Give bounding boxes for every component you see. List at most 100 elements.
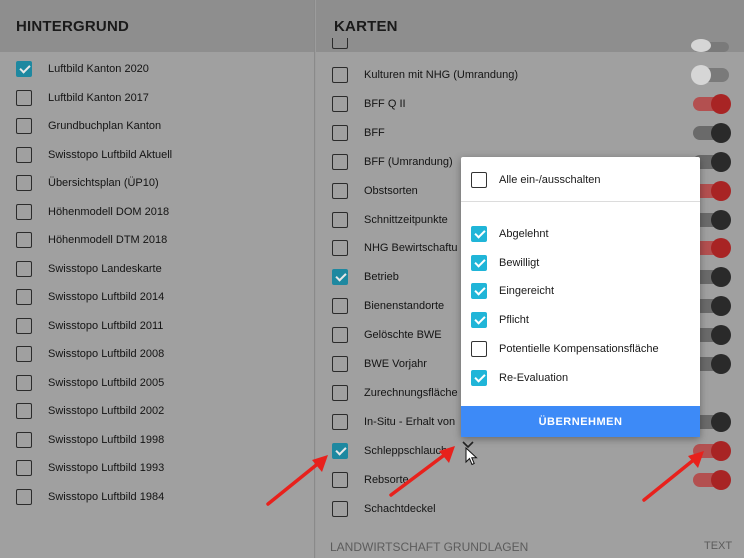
layer-checkbox[interactable]: [16, 488, 32, 505]
layer-checkbox[interactable]: [16, 260, 32, 277]
layer-checkbox[interactable]: [16, 403, 32, 419]
layer-checkbox[interactable]: [332, 182, 348, 199]
list-item[interactable]: Swisstopo Luftbild 2005: [16, 369, 164, 397]
layer-checkbox[interactable]: [16, 175, 32, 191]
layer-checkbox[interactable]: [16, 460, 32, 476]
layer-checkbox[interactable]: [16, 374, 32, 391]
list-item[interactable]: Swisstopo Landeskarte: [16, 255, 162, 283]
filter-checkbox[interactable]: [471, 226, 487, 242]
layer-checkbox[interactable]: [16, 61, 32, 77]
layer-checkbox[interactable]: [332, 38, 348, 49]
layer-checkbox[interactable]: [16, 146, 32, 163]
layer-checkbox[interactable]: [332, 124, 348, 141]
filter-checkbox[interactable]: [471, 340, 487, 357]
list-item[interactable]: Gelöschte BWE: [332, 321, 442, 349]
layer-checkbox[interactable]: [332, 95, 348, 112]
list-item[interactable]: Swisstopo Luftbild 2002: [16, 397, 164, 425]
layer-label: Swisstopo Luftbild 1993: [48, 462, 165, 474]
apply-button[interactable]: ÜBERNEHMEN: [461, 406, 700, 437]
filter-label: Re-Evaluation: [499, 371, 569, 384]
list-item[interactable]: Höhenmodell DOM 2018: [16, 198, 169, 226]
layer-checkbox[interactable]: [332, 153, 348, 170]
filter-checkbox[interactable]: [471, 254, 487, 271]
layer-checkbox[interactable]: [332, 269, 348, 286]
layer-checkbox[interactable]: [332, 413, 348, 430]
layer-label: Schachtdeckel: [364, 502, 436, 515]
filter-checkbox[interactable]: [471, 369, 487, 386]
list-item[interactable]: BWE Vorjahr: [332, 350, 427, 378]
text-tab[interactable]: TEXT: [704, 540, 732, 552]
layer-toggle[interactable]: [693, 122, 731, 143]
filter-option[interactable]: Pflicht: [471, 309, 529, 331]
list-item[interactable]: Luftbild Kanton 2017: [16, 84, 149, 112]
list-item[interactable]: BFF (Umrandung): [332, 148, 453, 176]
layer-label: Swisstopo Luftbild 2002: [48, 405, 165, 417]
list-item[interactable]: Swisstopo Luftbild 1998: [16, 426, 164, 454]
list-item[interactable]: BFF: [332, 119, 385, 147]
list-item[interactable]: Luftbild Kanton 2020: [16, 55, 149, 83]
layer-checkbox[interactable]: [332, 298, 348, 315]
layer-toggle[interactable]: [693, 93, 731, 114]
list-item[interactable]: [332, 38, 348, 52]
list-item[interactable]: Übersichtsplan (ÜP10): [16, 169, 159, 197]
divider: [461, 201, 700, 202]
list-item[interactable]: Höhenmodell DTM 2018: [16, 226, 167, 254]
list-item[interactable]: Swisstopo Luftbild 1993: [16, 454, 164, 482]
layer-checkbox[interactable]: [332, 500, 348, 517]
section-footer[interactable]: LANDWIRTSCHAFT GRUNDLAGEN: [330, 540, 528, 554]
layer-label: Schnittzeitpunkte: [364, 213, 448, 226]
layer-checkbox[interactable]: [332, 442, 348, 459]
layer-checkbox[interactable]: [16, 317, 32, 334]
layer-checkbox[interactable]: [16, 203, 32, 220]
filter-option[interactable]: Re-Evaluation: [471, 367, 568, 389]
filter-checkbox[interactable]: [471, 312, 487, 329]
layer-checkbox[interactable]: [332, 471, 348, 488]
filter-option[interactable]: Abgelehnt: [471, 223, 549, 245]
layer-label: Höhenmodell DOM 2018: [48, 205, 170, 218]
list-item[interactable]: Swisstopo Luftbild 1984: [16, 483, 164, 511]
filter-checkbox[interactable]: [471, 283, 487, 300]
filter-option[interactable]: Potentielle Kompensationsfläche: [471, 338, 659, 360]
layer-checkbox[interactable]: [16, 232, 32, 248]
layer-checkbox[interactable]: [16, 346, 32, 362]
list-item[interactable]: Bienenstandorte: [332, 292, 444, 320]
mouse-cursor-icon: [465, 447, 478, 466]
layer-checkbox[interactable]: [16, 431, 32, 448]
list-item[interactable]: Swisstopo Luftbild 2011: [16, 312, 163, 340]
layer-label: Bienenstandorte: [364, 300, 445, 313]
list-item[interactable]: NHG Bewirtschaftu: [332, 234, 458, 262]
list-item[interactable]: In-Situ - Erhalt von: [332, 408, 455, 436]
layer-toggle[interactable]: [691, 65, 729, 85]
layer-checkbox[interactable]: [16, 89, 32, 106]
list-item[interactable]: Swisstopo Luftbild Aktuell: [16, 141, 172, 169]
layer-checkbox[interactable]: [332, 327, 348, 344]
list-item[interactable]: Obstsorten: [332, 177, 418, 205]
list-item[interactable]: BFF Q II: [332, 90, 406, 118]
layer-checkbox[interactable]: [332, 67, 348, 83]
layer-checkbox[interactable]: [332, 356, 348, 372]
list-item[interactable]: Kulturen mit NHG (Umrandung): [332, 61, 518, 89]
list-item[interactable]: Schnittzeitpunkte: [332, 206, 448, 234]
layer-checkbox[interactable]: [332, 211, 348, 228]
toggle-all-item[interactable]: Alle ein-/ausschalten: [471, 169, 601, 191]
layer-label: NHG Bewirtschaftu: [364, 242, 458, 255]
toggle-all-checkbox[interactable]: [471, 172, 487, 188]
list-item[interactable]: Swisstopo Luftbild 2008: [16, 340, 164, 368]
list-item[interactable]: Zurechnungsfläche: [332, 379, 458, 407]
layer-label: BFF: [364, 126, 385, 139]
layer-checkbox[interactable]: [16, 118, 32, 134]
filter-label: Eingereicht: [499, 285, 555, 298]
list-item[interactable]: Grundbuchplan Kanton: [16, 112, 161, 140]
filter-option[interactable]: Eingereicht: [471, 280, 554, 302]
list-item[interactable]: Swisstopo Luftbild 2014: [16, 283, 164, 311]
layer-label: Swisstopo Luftbild 2014: [48, 291, 165, 303]
layer-checkbox[interactable]: [332, 384, 348, 401]
layer-checkbox[interactable]: [332, 240, 348, 257]
layer-checkbox[interactable]: [16, 289, 32, 305]
layer-toggle[interactable]: [691, 39, 729, 52]
list-item[interactable]: Betrieb: [332, 263, 399, 291]
layer-label: Swisstopo Luftbild 1984: [48, 490, 165, 503]
filter-option[interactable]: Bewilligt: [471, 252, 539, 274]
layer-label: Swisstopo Luftbild 2011: [48, 319, 164, 332]
layer-label: Swisstopo Landeskarte: [48, 262, 162, 275]
